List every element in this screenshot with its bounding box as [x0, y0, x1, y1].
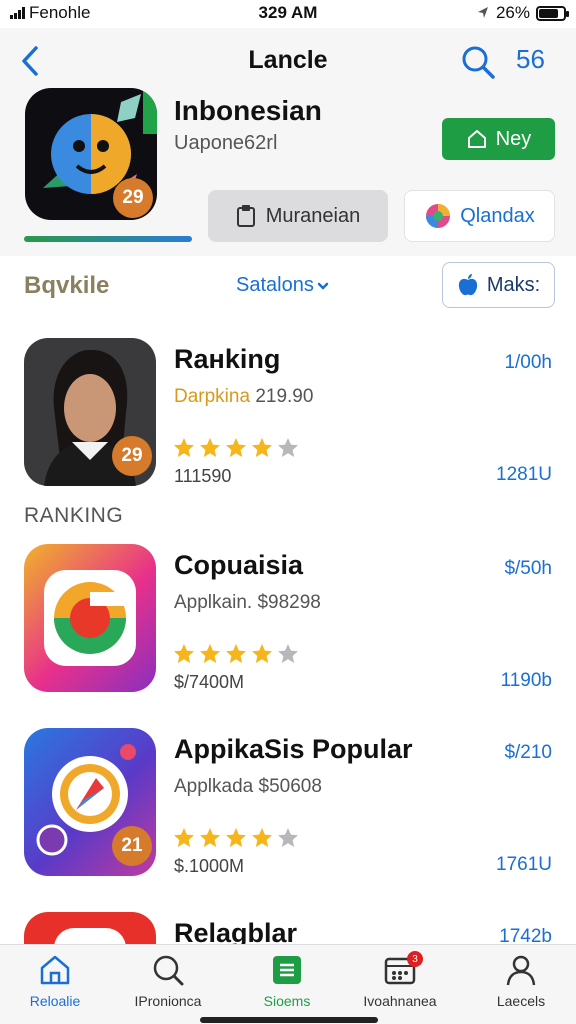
section-label: RANKING — [24, 504, 124, 527]
language-chip-label: Qlandax — [460, 204, 535, 227]
apple-icon — [458, 274, 477, 296]
star-icon — [226, 438, 246, 457]
platform-filter-label: Maks: — [486, 273, 541, 296]
featured-app-name: Inbonesian — [174, 95, 322, 126]
star-icon — [252, 828, 272, 847]
star-icon — [200, 644, 220, 663]
app-badge: 29 — [112, 436, 152, 476]
language-chip[interactable]: Qlandax — [404, 190, 555, 242]
app-size: 1281U — [496, 464, 552, 485]
nav-bar: Lancle 56 — [0, 34, 576, 88]
tab-apps[interactable]: Sioems — [232, 951, 342, 1009]
star-icon — [174, 828, 194, 847]
location-arrow-icon — [477, 7, 488, 18]
home-indicator[interactable] — [200, 1017, 378, 1023]
filter-dropdown[interactable]: Satalons — [236, 274, 330, 297]
filter-category[interactable]: Bqvkile — [24, 272, 109, 300]
person-icon — [506, 955, 536, 986]
app-icon: 29 — [24, 338, 156, 486]
search-icon — [153, 955, 184, 986]
search-icon[interactable] — [458, 42, 498, 82]
app-price[interactable]: 1742b — [499, 926, 552, 944]
app-price[interactable]: $/50h — [504, 558, 552, 580]
app-name: Relagblar — [174, 918, 298, 944]
category-chip[interactable]: Muraneian — [208, 190, 388, 242]
category-chip-label: Muraneian — [265, 204, 361, 227]
hero-badge: 29 — [113, 178, 153, 218]
star-icon — [226, 828, 246, 847]
platform-filter-button[interactable]: Maks: — [442, 262, 555, 308]
star-icon — [226, 644, 246, 663]
filter-dropdown-label: Satalons — [236, 274, 314, 296]
tab-label: Reloalie — [29, 993, 81, 1009]
star-icon — [252, 644, 272, 663]
app-meta: 111590 — [174, 466, 232, 486]
app-icon: 21 — [24, 728, 156, 876]
home-icon — [467, 130, 486, 148]
notification-badge: 3 — [407, 951, 423, 967]
status-right: 26% — [476, 3, 569, 23]
app-name: Raнking — [174, 344, 281, 374]
hero-underline — [24, 236, 192, 242]
app-badge: 21 — [112, 826, 152, 866]
app-row[interactable]: Copuaisia Applkain. $98298 $/7400M $/50h… — [0, 544, 576, 694]
app-icon — [24, 544, 156, 692]
battery-percent: 26% — [495, 3, 530, 22]
battery-fill — [539, 8, 558, 18]
camera-logo-icon — [44, 570, 136, 666]
get-button-label: Ney — [495, 127, 532, 150]
stack-icon — [273, 956, 301, 984]
app-meta: $/7400M — [174, 672, 245, 692]
star-icon — [278, 438, 298, 457]
star-icon — [252, 438, 272, 457]
globe-icon — [426, 204, 451, 228]
app-price[interactable]: 1/00h — [504, 352, 552, 374]
star-icon — [278, 644, 298, 663]
tab-label: Ivoahnanea — [363, 993, 437, 1009]
nav-count[interactable]: 56 — [516, 44, 545, 75]
tab-home[interactable]: Reloalie — [0, 951, 110, 1009]
tab-account[interactable]: Laecels — [466, 951, 576, 1009]
app-price[interactable]: $/210 — [504, 742, 552, 764]
app-row[interactable]: Relagblar 1742b — [0, 912, 576, 944]
star-rating — [172, 826, 300, 850]
star-icon — [200, 828, 220, 847]
get-button[interactable]: Ney — [442, 118, 555, 160]
app-subtitle: Applkain. $98298 — [174, 592, 321, 613]
app-subtitle: Darpkina 219.90 — [174, 386, 313, 408]
tab-updates[interactable]: 3 Ivoahnanea — [345, 951, 455, 1009]
app-size: 1190b — [500, 670, 552, 691]
clipboard-icon — [236, 205, 255, 227]
app-icon — [24, 912, 156, 944]
star-rating — [172, 642, 300, 666]
app-subtitle-rest: 219.90 — [255, 386, 314, 407]
app-subtitle: Applkada $50608 — [174, 776, 322, 797]
tab-bar: Reloalie IPronionca Sioems 3 Ivoahnanea … — [0, 944, 576, 1024]
status-bar: Fenohle 329 AM 26% — [0, 0, 576, 28]
tab-search[interactable]: IPronionca — [113, 951, 223, 1009]
app-row[interactable]: 21 AppikaSis Popular Applkada $50608 $.1… — [0, 728, 576, 878]
star-icon — [278, 828, 298, 847]
chevron-down-icon — [317, 282, 329, 290]
star-icon — [200, 438, 220, 457]
app-name: Copuaisia — [174, 550, 304, 580]
star-icon — [174, 644, 194, 663]
battery-icon — [536, 5, 569, 21]
icon-accent-strip — [143, 88, 157, 134]
app-name: AppikaSis Popular — [174, 734, 413, 764]
app-meta: $.1000M — [174, 856, 245, 876]
tab-label: Sioems — [263, 993, 311, 1009]
home-icon — [40, 955, 70, 985]
app-logo-icon — [54, 928, 126, 944]
star-icon — [174, 438, 194, 457]
tab-label: IPronionca — [134, 993, 202, 1009]
app-size: 1761U — [496, 854, 552, 875]
app-row[interactable]: 29 Raнking Darpkina 219.90 111590 1/00h … — [0, 338, 576, 488]
app-subtitle-highlight: Darpkina — [174, 386, 251, 407]
featured-app-icon[interactable]: 29 — [25, 88, 157, 220]
featured-app-developer: Uapone62rl — [174, 132, 278, 154]
star-rating — [172, 436, 300, 460]
tab-label: Laecels — [496, 993, 546, 1009]
